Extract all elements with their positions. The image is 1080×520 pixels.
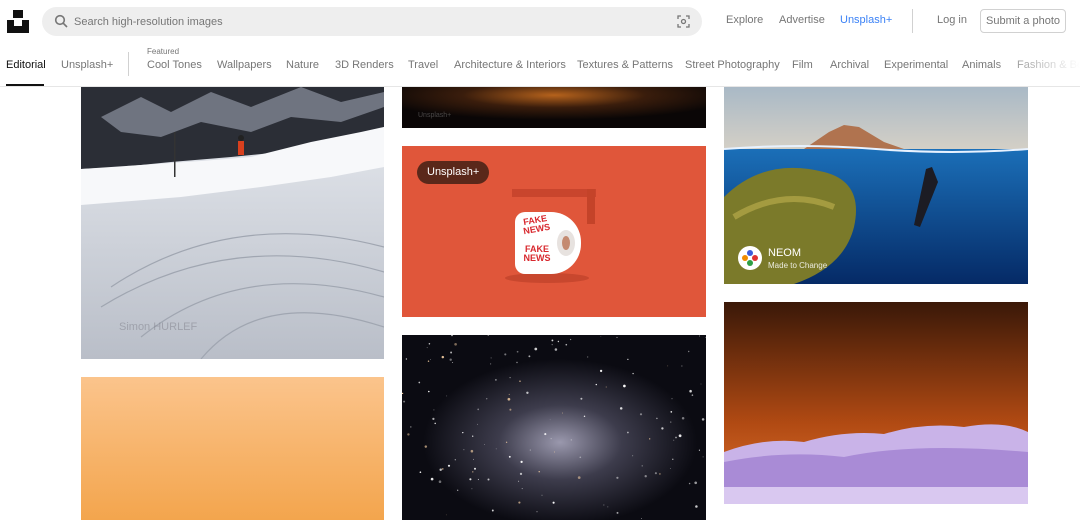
topic-3d-renders[interactable]: 3D Renders xyxy=(335,59,394,71)
submit-photo-button[interactable]: Submit a photo xyxy=(980,9,1066,33)
topic-street-photography[interactable]: Street Photography xyxy=(685,59,780,71)
unsplash-plus-badge: Unsplash+ xyxy=(417,161,490,184)
topic-experimental[interactable]: Experimental xyxy=(884,59,948,71)
photo-dark-glow[interactable]: Unsplash+ xyxy=(402,87,706,128)
top-header: Explore Advertise Unsplash+ Log in Submi… xyxy=(0,0,1080,42)
topic-animals[interactable]: Animals xyxy=(962,59,1001,71)
search-input[interactable] xyxy=(74,7,674,36)
author-watermark: Simon HURLEF xyxy=(119,321,198,333)
visual-search-icon[interactable] xyxy=(677,15,690,28)
topic-editorial[interactable]: Editorial xyxy=(6,59,46,71)
nav-divider xyxy=(912,9,913,33)
topics-bar: Editorial Unsplash+ Featured Cool Tones … xyxy=(0,42,1080,87)
neom-logo-icon[interactable] xyxy=(738,246,762,270)
topic-nature[interactable]: Nature xyxy=(286,59,319,71)
topic-travel[interactable]: Travel xyxy=(408,59,438,71)
featured-label: Featured xyxy=(147,47,180,56)
roll-print-bottom: FAKE NEWS xyxy=(523,244,551,263)
search-bar[interactable] xyxy=(42,7,702,36)
topic-film[interactable]: Film xyxy=(792,59,813,71)
roll-core xyxy=(557,230,575,256)
search-icon[interactable] xyxy=(54,14,68,28)
topic-unsplash-plus[interactable]: Unsplash+ xyxy=(61,59,113,71)
topic-architecture-interiors[interactable]: Architecture & Interiors xyxy=(454,59,566,71)
topic-archival[interactable]: Archival xyxy=(830,59,869,71)
nav-advertise[interactable]: Advertise xyxy=(779,14,825,26)
toilet-roll: FAKE NEWS FAKE NEWS xyxy=(515,212,581,274)
photo-galaxy[interactable] xyxy=(402,335,706,520)
topic-divider xyxy=(128,52,129,76)
unsplash-logo-icon[interactable] xyxy=(6,9,30,33)
sponsor-tagline: Made to Change xyxy=(768,261,828,270)
photo-snowy-mountain[interactable]: Simon HURLEF xyxy=(81,87,384,359)
photo-orange-gradient[interactable] xyxy=(81,377,384,520)
topic-textures-patterns[interactable]: Textures & Patterns xyxy=(577,59,673,71)
active-topic-underline xyxy=(6,84,44,86)
topic-cool-tones[interactable]: Cool Tones xyxy=(147,59,202,71)
topic-fashion[interactable]: Fashion & Be xyxy=(1017,59,1080,71)
nav-unsplash-plus[interactable]: Unsplash+ xyxy=(840,14,892,26)
roll-print-top: FAKE NEWS xyxy=(522,213,551,237)
photo-infrared-landscape[interactable] xyxy=(724,302,1028,504)
sponsor-name[interactable]: NEOM xyxy=(768,247,801,259)
photo-fake-news[interactable]: FAKE NEWS FAKE NEWS Unsplash+ xyxy=(402,146,706,317)
nav-explore[interactable]: Explore xyxy=(726,14,763,26)
topic-wallpapers[interactable]: Wallpapers xyxy=(217,59,272,71)
login-link[interactable]: Log in xyxy=(937,14,967,26)
photo-underwater-diver[interactable]: NEOM Made to Change xyxy=(724,87,1028,284)
plus-watermark: Unsplash+ xyxy=(418,112,452,119)
